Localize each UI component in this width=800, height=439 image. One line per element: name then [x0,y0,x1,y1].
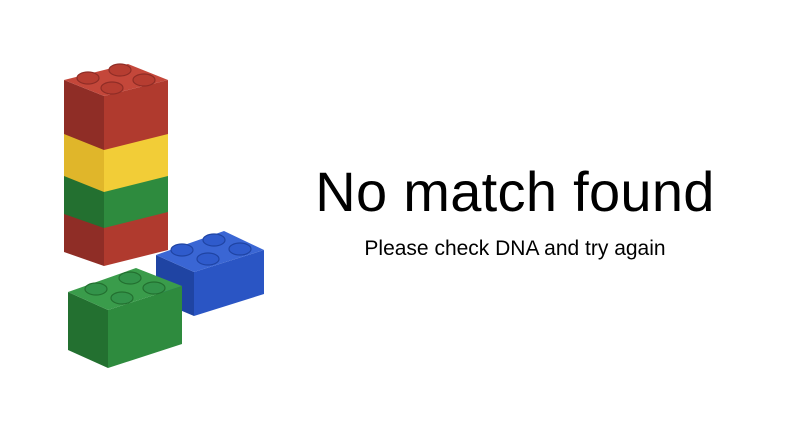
no-match-message: No match found Please check DNA and try … [300,160,730,262]
green-brick [68,268,182,368]
page-title: No match found [315,160,715,223]
subtitle-text: Please check DNA and try again [364,237,666,260]
brick-stack [64,63,168,266]
lego-bricks-icon [64,63,264,368]
red-brick-top [64,63,168,150]
